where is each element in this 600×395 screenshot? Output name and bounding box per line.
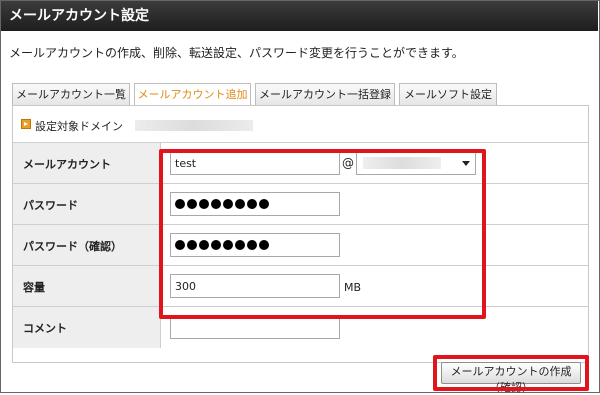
row-password-confirm: パスワード（確認） [13,225,588,266]
password-input[interactable] [170,192,340,216]
at-sign: @ [342,156,354,170]
create-account-confirm-button[interactable]: メールアカウントの作成（確認） [441,362,581,394]
row-mail-account: メールアカウント @ [13,143,588,184]
comment-label-cell: コメント [13,307,161,348]
password-confirm-label: パスワード（確認） [23,240,122,253]
page-title: メールアカウント設定 [1,1,598,31]
chevron-down-icon [462,161,470,166]
domain-row: 設定対象ドメイン [13,106,588,143]
capacity-input[interactable] [170,274,340,298]
mail-account-label: メールアカウント [23,158,111,171]
row-password: パスワード [13,184,588,225]
page-description: メールアカウントの作成、削除、転送設定、パスワード変更を行うことができます。 [9,46,464,60]
capacity-label: 容量 [23,281,45,294]
domain-label: 設定対象ドメイン [35,120,123,133]
mail-account-input[interactable] [170,151,340,175]
password-confirm-label-cell: パスワード（確認） [13,225,161,265]
tab-account-list[interactable]: メールアカウント一覧 [12,83,130,105]
password-label: パスワード [23,199,78,212]
tab-account-add[interactable]: メールアカウント追加 [134,83,251,106]
tab-bulk-register[interactable]: メールアカウント一括登録 [255,83,395,105]
comment-input[interactable] [170,315,340,339]
form-panel: 設定対象ドメイン メールアカウント @ パスワード パスワード（確認） [12,105,589,363]
password-confirm-input[interactable] [170,233,340,257]
domain-select[interactable] [356,151,476,175]
domain-select-value-redacted [363,157,441,169]
domain-marker-icon [21,119,31,129]
domain-value-redacted [135,120,253,131]
capacity-unit: MB [344,281,362,294]
row-capacity: 容量 MB [13,266,588,307]
mail-account-label-cell: メールアカウント [13,143,161,183]
tab-mail-software[interactable]: メールソフト設定 [399,83,497,105]
row-comment: コメント [13,307,588,348]
password-label-cell: パスワード [13,184,161,224]
comment-label: コメント [23,322,67,335]
capacity-label-cell: 容量 [13,266,161,306]
